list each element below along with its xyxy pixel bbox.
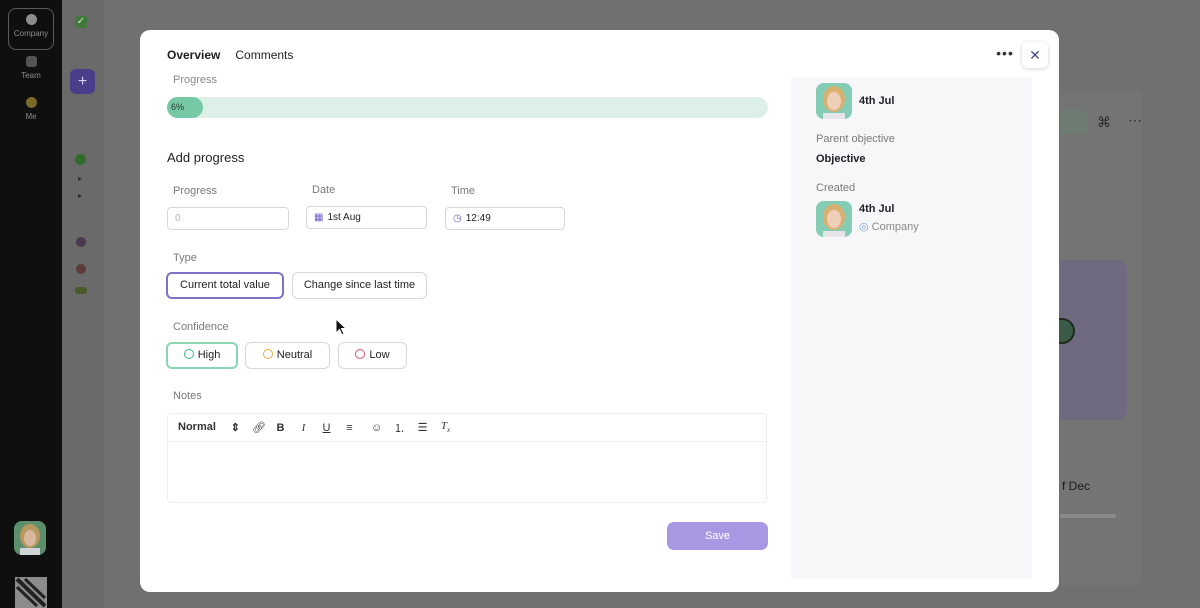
parent-objective-link[interactable]: Objective [816,153,866,165]
align-icon[interactable]: ≡ [344,422,355,434]
sidebar-item-company[interactable]: Company [8,8,54,50]
format-value: Normal [178,421,216,433]
progress-input[interactable]: 0 [167,207,289,230]
overview-panel: Progress 6% Add progress Progress Date T… [140,30,790,550]
sidebar-item-label: Company [13,29,49,38]
checkbox-icon: ✓ [75,16,87,28]
type-label: Type [173,252,197,264]
progress-bar-fill: 6% [167,97,204,118]
ordered-list-icon[interactable]: ⒈ [394,420,405,436]
editor-toolbar: Normal ⇕ 🔗︎ B I U ≡ ☺ ⒈ ☰ Tx [168,414,766,442]
owner-avatar [816,83,852,119]
progress-percent: 6% [171,102,185,112]
time-field-label: Time [451,185,476,197]
app-logo-icon [15,577,47,608]
status-dot-icon [75,154,86,165]
owner-date: 4th Jul [859,95,895,107]
underline-icon[interactable]: U [321,422,332,434]
confidence-high-label: High [197,349,221,361]
add-progress-title: Add progress [167,150,245,165]
app-sidebar: Company Team Me [0,0,62,608]
date-field-label: Date [312,184,336,196]
date-field[interactable]: ▦ 1st Aug [306,206,427,229]
progress-input-placeholder: 0 [175,213,181,224]
italic-icon[interactable]: I [298,422,309,434]
confidence-low-button[interactable]: Low [338,342,407,369]
bold-icon[interactable]: B [275,422,286,434]
mouse-cursor-icon [335,318,347,336]
clock-icon: ◷ [453,213,462,224]
time-value: 12:49 [465,213,491,224]
emoji-icon[interactable]: ☺ [371,422,382,434]
confidence-label: Confidence [173,321,229,333]
hierarchy-icon[interactable]: ⌘ [1097,114,1111,131]
sidebar-item-team[interactable]: Team [8,56,54,80]
me-icon [25,97,37,108]
avatar-dot-icon [76,264,86,274]
details-panel: 4th Jul Parent objective Objective Creat… [791,78,1032,578]
close-icon[interactable]: ✕ [1022,42,1048,68]
globe-icon: ◎ [859,221,869,233]
add-progress-modal: Overview Comments ••• ✕ Progress 6% Add … [140,30,1059,592]
type-current-total-button[interactable]: Current total value [166,272,284,299]
sidebar-item-label: Team [21,71,41,80]
user-avatar[interactable] [14,521,46,555]
created-date: 4th Jul [859,203,895,215]
progress-section-label: Progress [173,74,218,86]
confidence-neutral-label: Neutral [276,349,313,361]
more-options-icon[interactable]: ••• [994,44,1016,66]
date-value: 1st Aug [327,212,361,223]
parent-objective-label: Parent objective [816,133,895,145]
progress-bar: 6% [167,97,768,118]
background-progress-bar [1060,514,1116,518]
confidence-high-button[interactable]: High [166,342,238,369]
calendar-icon: ▦ [314,212,324,223]
progress-field-label: Progress [173,185,218,197]
creator-avatar [816,201,852,237]
avatar-dot-icon [76,237,86,247]
confidence-low-label: Low [369,349,390,361]
created-label: Created [816,182,856,194]
team-icon [25,56,37,67]
confidence-neutral-button[interactable]: Neutral [245,342,330,369]
time-field[interactable]: ◷ 12:49 [445,207,565,230]
chevron-right-icon: ▸ [78,174,83,183]
sad-face-icon [355,349,366,359]
company-icon [25,14,37,25]
type-change-since-last-button[interactable]: Change since last time [292,272,427,299]
clear-format-icon[interactable]: Tx [440,420,451,434]
save-button[interactable]: Save [667,522,768,550]
avatar-dot-icon [75,287,87,294]
bullet-list-icon[interactable]: ☰ [417,421,428,434]
notes-label: Notes [173,390,202,402]
link-icon[interactable]: 🔗︎ [252,421,266,434]
background-date-text: f Dec [1062,479,1091,493]
sidebar-item-me[interactable]: Me [8,97,54,121]
add-button[interactable]: + [70,69,95,94]
chevron-right-icon: ▸ [78,191,83,200]
sidebar-item-label: Me [25,112,37,121]
neutral-face-icon [262,349,273,359]
happy-face-icon [183,349,194,359]
updown-icon: ⇕ [230,422,240,434]
created-scope: ◎ Company [859,220,919,233]
more-icon[interactable]: ⋯ [1128,112,1142,129]
notes-editor[interactable]: Normal ⇕ 🔗︎ B I U ≡ ☺ ⒈ ☰ Tx [167,413,767,503]
format-select[interactable]: Normal ⇕ [178,421,240,434]
background-button [1060,110,1088,134]
created-scope-label: Company [871,221,919,233]
